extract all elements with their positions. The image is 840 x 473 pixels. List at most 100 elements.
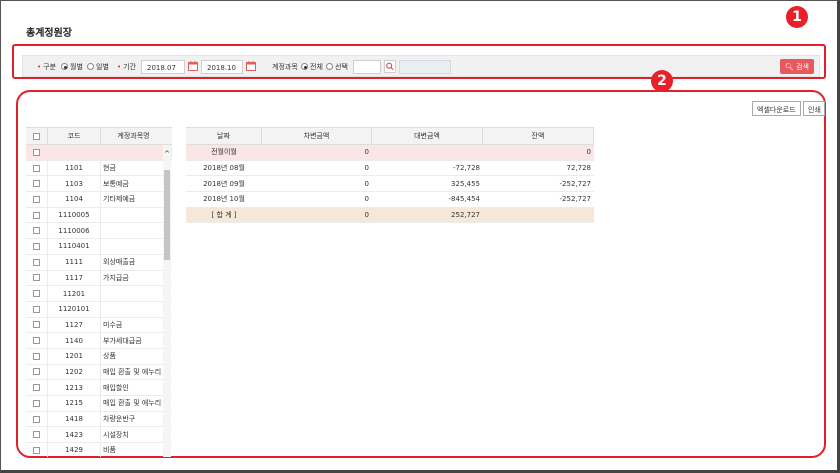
badge-2: 2	[651, 70, 673, 92]
account-name: 매입할인	[103, 383, 129, 392]
row-checkbox[interactable]	[33, 431, 40, 439]
table-row[interactable]: 1213 매입할인	[26, 380, 172, 396]
row-checkbox[interactable]	[33, 180, 40, 188]
ledger-debit: 0	[364, 195, 369, 204]
table-row[interactable]: 11201	[26, 286, 172, 302]
row-checkbox[interactable]	[33, 290, 40, 298]
table-row[interactable]: 1120101	[26, 301, 172, 318]
table-row[interactable]: 1127 미수금	[26, 317, 172, 334]
radio-daily[interactable]: 일별	[87, 62, 109, 72]
account-code: 1103	[48, 176, 101, 192]
ledger-balance: 72,728	[566, 164, 592, 173]
account-table-body: 1101 현금 1103 보통예금 1104 기타제예금 1110005 1110006 111…	[26, 145, 172, 457]
table-row[interactable]: 1110005	[26, 207, 172, 224]
radio-account-all[interactable]: 전체	[301, 62, 323, 72]
ledger-date: [ 합 계 ]	[186, 207, 262, 223]
date-to-input[interactable]: 2018.10	[201, 60, 243, 74]
row-checkbox[interactable]	[33, 384, 40, 392]
table-row[interactable]: 1104 기타제예금	[26, 192, 172, 208]
radio-icon	[301, 63, 308, 70]
account-code: 1202	[48, 364, 101, 380]
print-button[interactable]: 인쇄	[803, 101, 825, 116]
table-row[interactable]: 1103 보통예금	[26, 176, 172, 193]
scroll-up-icon[interactable]: ^	[163, 150, 171, 158]
badge-1: 1	[786, 6, 808, 28]
account-code: 1110006	[48, 223, 101, 239]
scrollbar-thumb[interactable]	[164, 170, 170, 260]
excel-download-button[interactable]: 엑셀다운로드	[752, 101, 801, 116]
calendar-icon[interactable]	[187, 60, 199, 72]
table-row[interactable]: 2018년 08월 0 -72,728 72,728	[186, 161, 594, 177]
calendar-icon[interactable]	[245, 60, 257, 72]
account-code: 1201	[48, 348, 101, 364]
col-debit: 차변금액	[262, 128, 372, 144]
radio-icon	[326, 63, 333, 70]
row-checkbox[interactable]	[33, 352, 40, 360]
search-button[interactable]: 🔍︎ 검색	[780, 59, 814, 74]
ledger-debit: 0	[364, 179, 369, 188]
account-table: 코드 계정과목명 1101 현금 1103 보통예금 1104 기타제예금 1110005 1…	[26, 127, 172, 457]
ledger-credit: 252,727	[372, 207, 483, 223]
account-code: 1429	[48, 443, 101, 457]
ledger-credit: -845,454	[448, 195, 480, 204]
ledger-debit: 0	[364, 164, 369, 173]
row-checkbox[interactable]	[33, 164, 40, 172]
row-checkbox[interactable]	[33, 305, 40, 313]
account-code: 1120101	[48, 301, 101, 317]
row-checkbox[interactable]	[33, 242, 40, 250]
radio-monthly[interactable]: 월별	[61, 62, 83, 72]
table-row[interactable]: 전월이월 0 0	[186, 145, 594, 161]
row-checkbox[interactable]	[33, 195, 40, 203]
row-checkbox[interactable]	[33, 227, 40, 235]
page-title: 총계정원장	[26, 28, 72, 39]
account-name: 보통예금	[103, 179, 129, 188]
date-from-input[interactable]: 2018.07	[141, 60, 185, 74]
period-label: 기간	[123, 63, 137, 71]
row-checkbox[interactable]	[33, 148, 40, 156]
radio-icon	[61, 63, 68, 70]
account-name: 현금	[103, 164, 116, 173]
account-name: 매입 환출 및 에누리	[103, 367, 162, 376]
account-code: 1127	[48, 317, 101, 333]
filter-bar: • 구분 월별 일별 • 기간 2018.07 2018.10 계정과목 전체 선택	[22, 55, 820, 77]
table-row[interactable]: 1110006	[26, 223, 172, 240]
account-code-input[interactable]	[353, 60, 381, 74]
col-account-name: 계정과목명	[117, 132, 150, 140]
table-row[interactable]: 1117 가지급금	[26, 270, 172, 287]
account-code: 1140	[48, 333, 101, 348]
table-row[interactable]: 1215 매입 환출 및 에누리	[26, 396, 172, 412]
table-row[interactable]: 1101 현금	[26, 160, 172, 177]
row-checkbox[interactable]	[33, 274, 40, 282]
table-row[interactable]: [ 합 계 ] 0 252,727	[186, 207, 594, 224]
table-row[interactable]: 1429 비품	[26, 443, 172, 457]
col-credit: 대변금액	[372, 128, 483, 144]
table-row[interactable]: 1201 상품	[26, 348, 172, 365]
row-checkbox[interactable]	[33, 258, 40, 266]
account-name: 외상매출금	[103, 258, 136, 267]
row-checkbox[interactable]	[33, 399, 40, 407]
table-row[interactable]: 1140 부가세대급금	[26, 333, 172, 349]
account-name: 매입 환출 및 에누리	[103, 399, 162, 408]
table-row[interactable]: 1418 차량운반구	[26, 411, 172, 428]
col-code: 코드	[48, 128, 101, 144]
radio-account-select[interactable]: 선택	[326, 62, 348, 72]
table-row[interactable]: 1202 매입 환출 및 에누리	[26, 364, 172, 381]
row-checkbox[interactable]	[33, 368, 40, 376]
row-checkbox[interactable]	[33, 321, 40, 329]
row-checkbox[interactable]	[33, 415, 40, 423]
table-row[interactable]: 1110401	[26, 239, 172, 255]
account-code: 1418	[48, 411, 101, 427]
table-row[interactable]	[26, 145, 172, 161]
ledger-credit	[372, 145, 483, 160]
ledger-date: 2018년 10월	[203, 195, 245, 204]
table-row[interactable]: 1423 시설장치	[26, 427, 172, 444]
account-lookup-button[interactable]	[384, 60, 396, 73]
table-row[interactable]: 2018년 10월 0 -845,454 -252,727	[186, 192, 594, 208]
select-all-checkbox[interactable]	[33, 132, 40, 140]
table-row[interactable]: 2018년 09월 0 325,455 -252,727	[186, 176, 594, 193]
row-checkbox[interactable]	[33, 446, 40, 454]
row-checkbox[interactable]	[33, 211, 40, 219]
account-code: 1423	[48, 427, 101, 443]
table-row[interactable]: 1111 외상매출금	[26, 254, 172, 271]
row-checkbox[interactable]	[33, 337, 40, 345]
